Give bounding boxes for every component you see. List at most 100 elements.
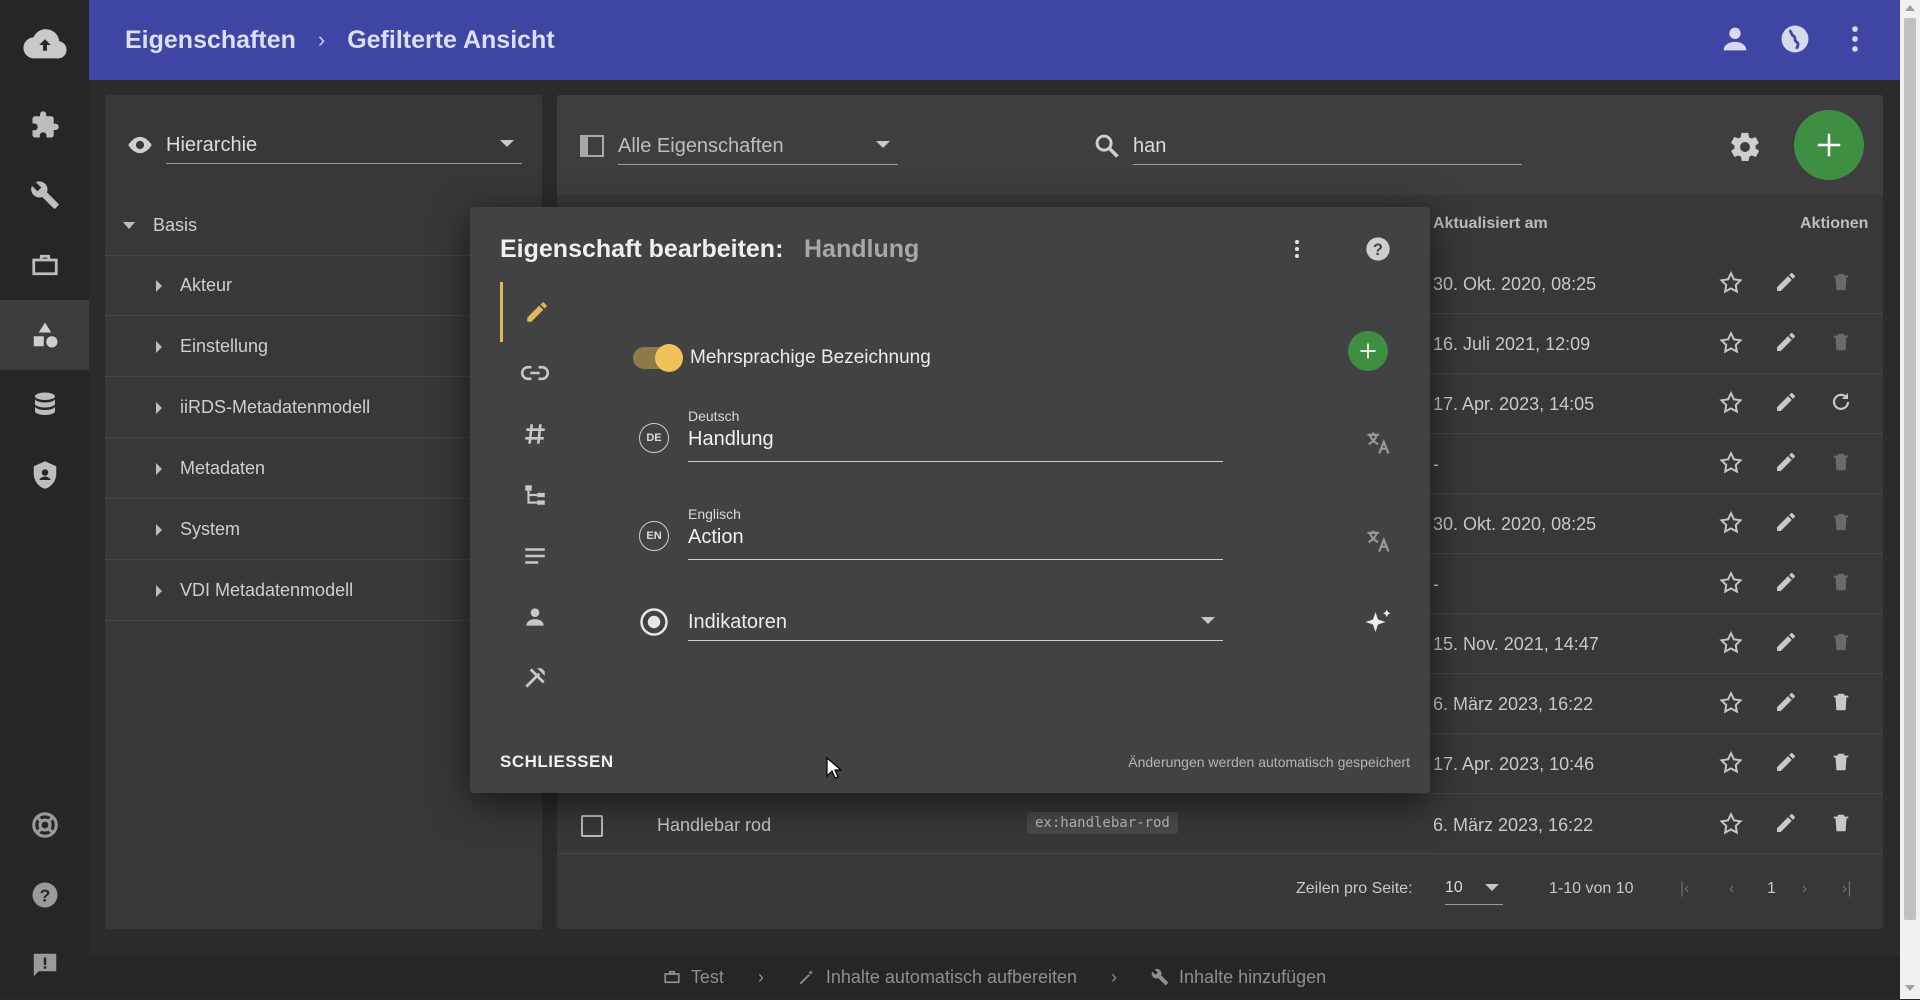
collapse-icon[interactable] (156, 279, 162, 292)
database-icon[interactable] (0, 370, 89, 440)
edit-icon[interactable] (1774, 690, 1798, 714)
edit-property-dialog: Eigenschaft bearbeiten: Handlung ? Mehrs… (470, 207, 1430, 793)
lang-badge-en: EN (639, 521, 669, 551)
edit-icon[interactable] (1774, 630, 1798, 654)
breadcrumb-current: Gefilterte Ansicht (347, 25, 555, 54)
header-updated[interactable]: Aktualisiert am (1433, 215, 1548, 233)
add-property-button[interactable] (1794, 110, 1864, 180)
delete-icon[interactable] (1830, 630, 1852, 654)
star-icon[interactable] (1718, 270, 1744, 296)
gear-icon[interactable] (1728, 130, 1762, 164)
star-icon[interactable] (1718, 510, 1744, 536)
scroll-up-arrow[interactable] (1905, 5, 1915, 11)
field-label-de: Deutsch (688, 408, 740, 424)
globe-icon[interactable] (1778, 22, 1812, 56)
more-vert-icon[interactable] (1285, 235, 1309, 263)
star-icon[interactable] (1718, 390, 1744, 416)
collapse-icon[interactable] (156, 340, 162, 353)
edit-icon[interactable] (1774, 330, 1798, 354)
delete-icon[interactable] (1830, 510, 1852, 534)
indicator-select[interactable]: Indikatoren (688, 605, 1223, 641)
shield-icon[interactable] (0, 440, 89, 510)
delete-icon[interactable] (1830, 811, 1852, 835)
star-icon[interactable] (1718, 570, 1744, 596)
row-date: - (1433, 454, 1439, 474)
sparkle-icon[interactable] (1363, 607, 1393, 637)
first-page-icon[interactable]: |‹ (1680, 880, 1689, 898)
page-scrollbar[interactable] (1900, 0, 1920, 999)
translate-icon[interactable] (1364, 527, 1392, 555)
edit-icon[interactable] (1774, 450, 1798, 474)
cloud-sync-icon[interactable] (0, 10, 89, 80)
multilingual-toggle[interactable] (633, 344, 683, 372)
nav-people[interactable] (500, 587, 570, 647)
delete-icon[interactable] (1830, 690, 1852, 714)
help-icon[interactable]: ? (0, 860, 89, 930)
collapse-icon[interactable] (156, 523, 162, 536)
delete-icon[interactable] (1830, 270, 1852, 294)
collapse-icon[interactable] (156, 462, 162, 475)
wrench-icon[interactable] (0, 160, 89, 230)
briefcase-icon (663, 968, 681, 986)
breadcrumb-root[interactable]: Eigenschaften (125, 26, 296, 55)
delete-icon[interactable] (1830, 570, 1852, 594)
edit-icon[interactable] (1774, 750, 1798, 774)
edit-icon[interactable] (1774, 510, 1798, 534)
chevron-down-icon (1485, 884, 1499, 891)
scroll-thumb[interactable] (1904, 18, 1916, 920)
more-vert-icon[interactable] (1838, 22, 1872, 56)
row-date: 6. März 2023, 16:22 (1433, 694, 1594, 714)
star-icon[interactable] (1718, 750, 1744, 776)
bottom-item-add-content[interactable]: Inhalte hinzufügen (1151, 967, 1326, 988)
last-page-icon[interactable]: ›| (1842, 880, 1851, 898)
bottom-bar: Test › Inhalte automatisch aufbereiten ›… (89, 955, 1900, 999)
edit-icon[interactable] (1774, 270, 1798, 294)
star-icon[interactable] (1718, 690, 1744, 716)
account-icon[interactable] (1718, 22, 1752, 56)
search-input[interactable]: han (1133, 129, 1522, 165)
star-icon[interactable] (1718, 330, 1744, 356)
prev-page-icon[interactable]: ‹ (1729, 880, 1734, 898)
field-en-input[interactable]: Action (688, 526, 1223, 560)
add-language-button[interactable] (1348, 331, 1388, 371)
help-icon[interactable]: ? (1364, 235, 1392, 263)
field-de-input[interactable]: Handlung (688, 428, 1223, 462)
puzzle-icon[interactable] (0, 90, 89, 160)
row-checkbox[interactable] (581, 815, 603, 837)
sidebar-toggle-icon[interactable] (580, 135, 604, 157)
expand-icon[interactable] (123, 222, 135, 229)
nav-hierarchy[interactable] (500, 465, 570, 525)
nav-edit[interactable] (500, 282, 570, 342)
edit-icon[interactable] (1774, 570, 1798, 594)
view-select[interactable]: Hierarchie (166, 128, 522, 164)
close-button[interactable]: SCHLIESSEN (500, 752, 614, 772)
star-icon[interactable] (1718, 811, 1744, 837)
edit-icon[interactable] (1774, 390, 1798, 414)
collapse-icon[interactable] (156, 401, 162, 414)
nav-description[interactable] (500, 526, 570, 586)
toggle-knob (655, 344, 683, 372)
rows-per-page-select[interactable]: 10 (1445, 871, 1503, 905)
shapes-icon[interactable] (0, 300, 89, 370)
feedback-icon[interactable] (0, 930, 89, 1000)
next-page-icon[interactable]: › (1802, 880, 1807, 898)
bottom-item-auto-process[interactable]: Inhalte automatisch aufbereiten (798, 967, 1077, 988)
lifebuoy-icon[interactable] (0, 790, 89, 860)
delete-icon[interactable] (1830, 750, 1852, 774)
nav-tools[interactable] (500, 648, 570, 708)
translate-icon[interactable] (1364, 429, 1392, 457)
briefcase-icon[interactable] (0, 230, 89, 300)
nav-links[interactable] (500, 343, 570, 403)
filter-select[interactable]: Alle Eigenschaften (618, 129, 898, 165)
bottom-item-test[interactable]: Test (663, 967, 724, 988)
scroll-down-arrow[interactable] (1905, 985, 1915, 991)
collapse-icon[interactable] (156, 584, 162, 597)
star-icon[interactable] (1718, 450, 1744, 476)
nav-identifiers[interactable] (500, 404, 570, 464)
delete-icon[interactable] (1830, 330, 1852, 354)
search-input-value: han (1133, 135, 1167, 157)
star-icon[interactable] (1718, 630, 1744, 656)
edit-icon[interactable] (1774, 811, 1798, 835)
delete-icon[interactable] (1830, 450, 1852, 474)
refresh-icon[interactable] (1829, 390, 1853, 414)
